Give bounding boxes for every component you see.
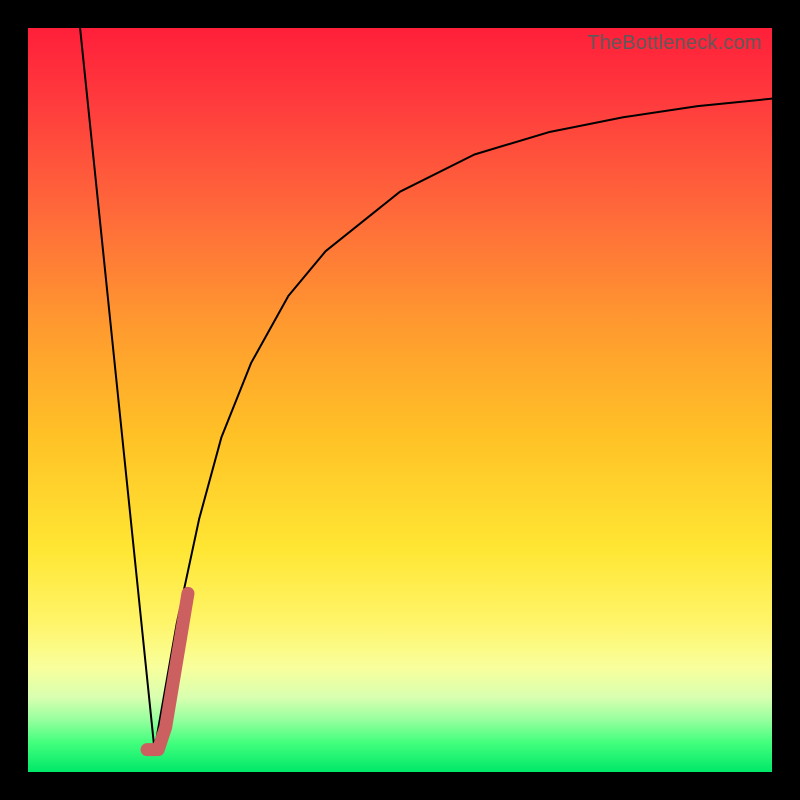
series-descending-left-line (80, 28, 154, 750)
series-ascending-main-curve (154, 99, 772, 750)
curve-layer (28, 28, 772, 772)
plot-area: TheBottleneck.com (28, 28, 772, 772)
chart-frame: TheBottleneck.com (0, 0, 800, 800)
